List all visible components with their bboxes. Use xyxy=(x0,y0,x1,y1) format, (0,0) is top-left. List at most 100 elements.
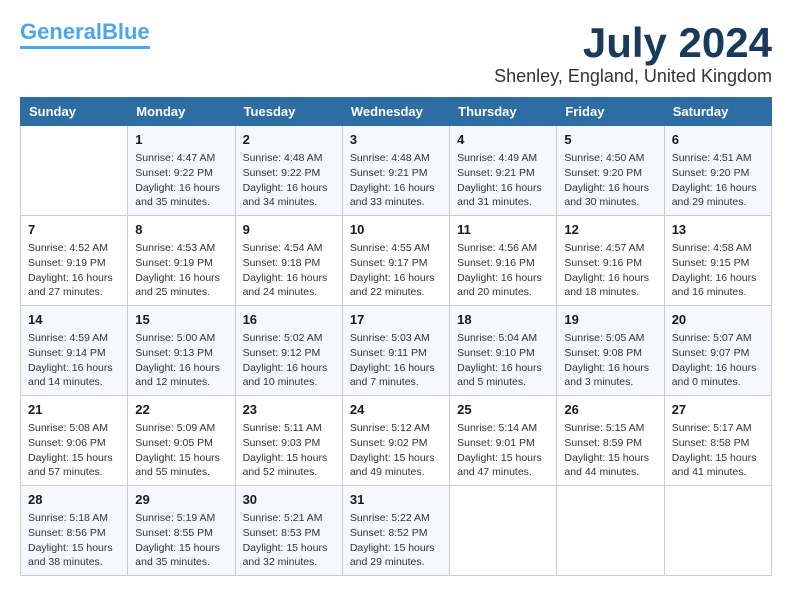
calendar-cell: 8 Sunrise: 4:53 AM Sunset: 9:19 PM Daylig… xyxy=(128,216,235,306)
calendar-cell xyxy=(664,485,771,575)
cell-content: Sunrise: 4:57 AM Sunset: 9:16 PM Dayligh… xyxy=(564,241,656,300)
day-number: 11 xyxy=(457,221,549,239)
calendar-header-row: SundayMondayTuesdayWednesdayThursdayFrid… xyxy=(21,98,772,126)
calendar-cell: 19 Sunrise: 5:05 AM Sunset: 9:08 PM Dayli… xyxy=(557,306,664,396)
day-number: 10 xyxy=(350,221,442,239)
calendar-cell: 31Sunrise: 5:22 AM Sunset: 8:52 PM Dayli… xyxy=(342,485,449,575)
day-number: 24 xyxy=(350,401,442,419)
cell-content: Sunrise: 4:53 AM Sunset: 9:19 PM Dayligh… xyxy=(135,241,227,300)
cell-content: Sunrise: 5:03 AM Sunset: 9:11 PM Dayligh… xyxy=(350,331,442,390)
calendar-cell: 22Sunrise: 5:09 AM Sunset: 9:05 PM Dayli… xyxy=(128,396,235,486)
calendar-cell: 28Sunrise: 5:18 AM Sunset: 8:56 PM Dayli… xyxy=(21,485,128,575)
logo-general: General xyxy=(20,19,102,44)
calendar-table: SundayMondayTuesdayWednesdayThursdayFrid… xyxy=(20,97,772,576)
cell-content: Sunrise: 4:50 AM Sunset: 9:20 PM Dayligh… xyxy=(564,151,656,210)
cell-content: Sunrise: 4:47 AM Sunset: 9:22 PM Dayligh… xyxy=(135,151,227,210)
calendar-cell: 21Sunrise: 5:08 AM Sunset: 9:06 PM Dayli… xyxy=(21,396,128,486)
day-number: 8 xyxy=(135,221,227,239)
day-number: 6 xyxy=(672,131,764,149)
calendar-cell: 14Sunrise: 4:59 AM Sunset: 9:14 PM Dayli… xyxy=(21,306,128,396)
calendar-cell xyxy=(557,485,664,575)
day-number: 1 xyxy=(135,131,227,149)
cell-content: Sunrise: 4:48 AM Sunset: 9:22 PM Dayligh… xyxy=(243,151,335,210)
cell-content: Sunrise: 5:17 AM Sunset: 8:58 PM Dayligh… xyxy=(672,421,764,480)
cell-content: Sunrise: 5:08 AM Sunset: 9:06 PM Dayligh… xyxy=(28,421,120,480)
day-number: 19 xyxy=(564,311,656,329)
cell-content: Sunrise: 5:12 AM Sunset: 9:02 PM Dayligh… xyxy=(350,421,442,480)
calendar-week-3: 14Sunrise: 4:59 AM Sunset: 9:14 PM Dayli… xyxy=(21,306,772,396)
logo-underline xyxy=(20,46,150,49)
col-header-wednesday: Wednesday xyxy=(342,98,449,126)
calendar-cell: 12 Sunrise: 4:57 AM Sunset: 9:16 PM Dayli… xyxy=(557,216,664,306)
calendar-cell: 7 Sunrise: 4:52 AM Sunset: 9:19 PM Daylig… xyxy=(21,216,128,306)
calendar-cell: 17 Sunrise: 5:03 AM Sunset: 9:11 PM Dayli… xyxy=(342,306,449,396)
cell-content: Sunrise: 5:21 AM Sunset: 8:53 PM Dayligh… xyxy=(243,511,335,570)
day-number: 15 xyxy=(135,311,227,329)
calendar-week-2: 7 Sunrise: 4:52 AM Sunset: 9:19 PM Daylig… xyxy=(21,216,772,306)
calendar-cell: 3Sunrise: 4:48 AM Sunset: 9:21 PM Daylig… xyxy=(342,126,449,216)
cell-content: Sunrise: 4:51 AM Sunset: 9:20 PM Dayligh… xyxy=(672,151,764,210)
calendar-cell: 2 Sunrise: 4:48 AM Sunset: 9:22 PM Daylig… xyxy=(235,126,342,216)
day-number: 20 xyxy=(672,311,764,329)
cell-content: Sunrise: 5:14 AM Sunset: 9:01 PM Dayligh… xyxy=(457,421,549,480)
calendar-cell: 18Sunrise: 5:04 AM Sunset: 9:10 PM Dayli… xyxy=(450,306,557,396)
calendar-cell: 16 Sunrise: 5:02 AM Sunset: 9:12 PM Dayli… xyxy=(235,306,342,396)
cell-content: Sunrise: 5:15 AM Sunset: 8:59 PM Dayligh… xyxy=(564,421,656,480)
day-number: 25 xyxy=(457,401,549,419)
calendar-week-4: 21Sunrise: 5:08 AM Sunset: 9:06 PM Dayli… xyxy=(21,396,772,486)
day-number: 27 xyxy=(672,401,764,419)
calendar-week-1: 1 Sunrise: 4:47 AM Sunset: 9:22 PM Daylig… xyxy=(21,126,772,216)
calendar-cell: 6 Sunrise: 4:51 AM Sunset: 9:20 PM Daylig… xyxy=(664,126,771,216)
calendar-cell: 13 Sunrise: 4:58 AM Sunset: 9:15 PM Dayli… xyxy=(664,216,771,306)
page-header: GeneralBlue July 2024 Shenley, England, … xyxy=(20,20,772,87)
title-block: July 2024 Shenley, England, United Kingd… xyxy=(494,20,772,87)
cell-content: Sunrise: 5:07 AM Sunset: 9:07 PM Dayligh… xyxy=(672,331,764,390)
day-number: 14 xyxy=(28,311,120,329)
cell-content: Sunrise: 4:49 AM Sunset: 9:21 PM Dayligh… xyxy=(457,151,549,210)
calendar-cell: 25 Sunrise: 5:14 AM Sunset: 9:01 PM Dayli… xyxy=(450,396,557,486)
cell-content: Sunrise: 5:05 AM Sunset: 9:08 PM Dayligh… xyxy=(564,331,656,390)
cell-content: Sunrise: 4:52 AM Sunset: 9:19 PM Dayligh… xyxy=(28,241,120,300)
cell-content: Sunrise: 4:58 AM Sunset: 9:15 PM Dayligh… xyxy=(672,241,764,300)
day-number: 18 xyxy=(457,311,549,329)
month-title: July 2024 xyxy=(494,20,772,66)
col-header-sunday: Sunday xyxy=(21,98,128,126)
cell-content: Sunrise: 5:02 AM Sunset: 9:12 PM Dayligh… xyxy=(243,331,335,390)
calendar-cell: 11 Sunrise: 4:56 AM Sunset: 9:16 PM Dayli… xyxy=(450,216,557,306)
col-header-tuesday: Tuesday xyxy=(235,98,342,126)
day-number: 12 xyxy=(564,221,656,239)
calendar-cell: 23Sunrise: 5:11 AM Sunset: 9:03 PM Dayli… xyxy=(235,396,342,486)
col-header-friday: Friday xyxy=(557,98,664,126)
col-header-thursday: Thursday xyxy=(450,98,557,126)
logo-blue: Blue xyxy=(102,19,150,44)
calendar-cell: 15Sunrise: 5:00 AM Sunset: 9:13 PM Dayli… xyxy=(128,306,235,396)
calendar-cell xyxy=(450,485,557,575)
day-number: 4 xyxy=(457,131,549,149)
day-number: 16 xyxy=(243,311,335,329)
cell-content: Sunrise: 4:55 AM Sunset: 9:17 PM Dayligh… xyxy=(350,241,442,300)
cell-content: Sunrise: 5:11 AM Sunset: 9:03 PM Dayligh… xyxy=(243,421,335,480)
day-number: 22 xyxy=(135,401,227,419)
calendar-cell: 1 Sunrise: 4:47 AM Sunset: 9:22 PM Daylig… xyxy=(128,126,235,216)
calendar-cell: 5 Sunrise: 4:50 AM Sunset: 9:20 PM Daylig… xyxy=(557,126,664,216)
cell-content: Sunrise: 4:56 AM Sunset: 9:16 PM Dayligh… xyxy=(457,241,549,300)
day-number: 26 xyxy=(564,401,656,419)
day-number: 7 xyxy=(28,221,120,239)
day-number: 17 xyxy=(350,311,442,329)
cell-content: Sunrise: 4:54 AM Sunset: 9:18 PM Dayligh… xyxy=(243,241,335,300)
calendar-cell: 30Sunrise: 5:21 AM Sunset: 8:53 PM Dayli… xyxy=(235,485,342,575)
day-number: 13 xyxy=(672,221,764,239)
cell-content: Sunrise: 5:18 AM Sunset: 8:56 PM Dayligh… xyxy=(28,511,120,570)
calendar-cell: 10 Sunrise: 4:55 AM Sunset: 9:17 PM Dayli… xyxy=(342,216,449,306)
day-number: 2 xyxy=(243,131,335,149)
col-header-saturday: Saturday xyxy=(664,98,771,126)
day-number: 5 xyxy=(564,131,656,149)
calendar-cell: 20 Sunrise: 5:07 AM Sunset: 9:07 PM Dayli… xyxy=(664,306,771,396)
calendar-cell: 4 Sunrise: 4:49 AM Sunset: 9:21 PM Daylig… xyxy=(450,126,557,216)
calendar-cell xyxy=(21,126,128,216)
calendar-cell: 27 Sunrise: 5:17 AM Sunset: 8:58 PM Dayli… xyxy=(664,396,771,486)
calendar-cell: 26 Sunrise: 5:15 AM Sunset: 8:59 PM Dayli… xyxy=(557,396,664,486)
calendar-cell: 29Sunrise: 5:19 AM Sunset: 8:55 PM Dayli… xyxy=(128,485,235,575)
day-number: 3 xyxy=(350,131,442,149)
day-number: 31 xyxy=(350,491,442,509)
